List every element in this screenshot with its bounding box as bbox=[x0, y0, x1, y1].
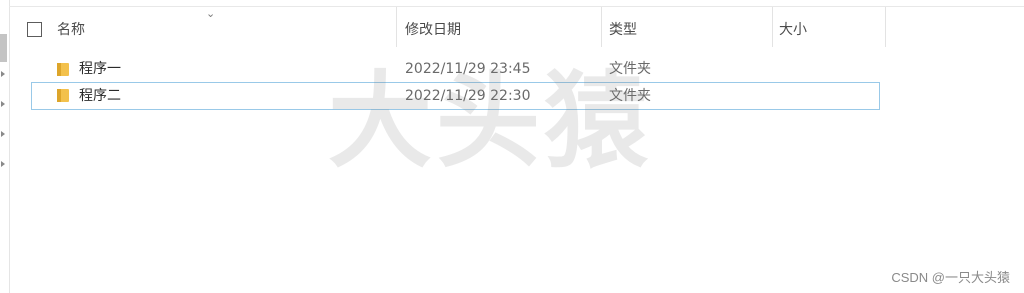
select-all-checkbox[interactable] bbox=[27, 22, 42, 37]
expand-arrow-icon[interactable] bbox=[1, 161, 5, 167]
file-type: 文件夹 bbox=[609, 61, 651, 77]
column-header-modified[interactable]: 修改日期 bbox=[405, 7, 595, 47]
nav-scrollbar-thumb[interactable] bbox=[0, 34, 7, 62]
expand-arrow-icon[interactable] bbox=[1, 101, 5, 107]
column-header-name[interactable]: 名称 bbox=[57, 7, 393, 47]
column-divider[interactable] bbox=[885, 7, 886, 47]
folder-icon bbox=[57, 89, 69, 102]
column-header-size[interactable]: 大小 bbox=[779, 7, 879, 47]
column-header-type[interactable]: 类型 bbox=[609, 7, 769, 47]
file-name[interactable]: 程序二 bbox=[79, 83, 121, 109]
file-type: 文件夹 bbox=[609, 88, 651, 104]
column-divider[interactable] bbox=[772, 7, 773, 47]
folder-icon bbox=[57, 63, 69, 76]
expand-arrow-icon[interactable] bbox=[1, 131, 5, 137]
file-explorer-window: ⌄ 名称 修改日期 类型 大小 程序一 2022/11/29 23:45 文件夹… bbox=[0, 0, 1024, 293]
credit-watermark: CSDN @一只大头猿 bbox=[891, 270, 1010, 285]
expand-arrow-icon[interactable] bbox=[1, 71, 5, 77]
column-divider[interactable] bbox=[396, 7, 397, 47]
file-modified-date: 2022/11/29 23:45 bbox=[405, 61, 531, 77]
file-name[interactable]: 程序一 bbox=[79, 56, 121, 82]
column-divider[interactable] bbox=[601, 7, 602, 47]
file-row[interactable]: 程序二 2022/11/29 22:30 文件夹 bbox=[31, 82, 880, 110]
file-modified-date: 2022/11/29 22:30 bbox=[405, 88, 531, 104]
file-row[interactable]: 程序一 2022/11/29 23:45 文件夹 bbox=[31, 56, 880, 82]
column-header-row: ⌄ 名称 修改日期 类型 大小 bbox=[9, 7, 1024, 47]
